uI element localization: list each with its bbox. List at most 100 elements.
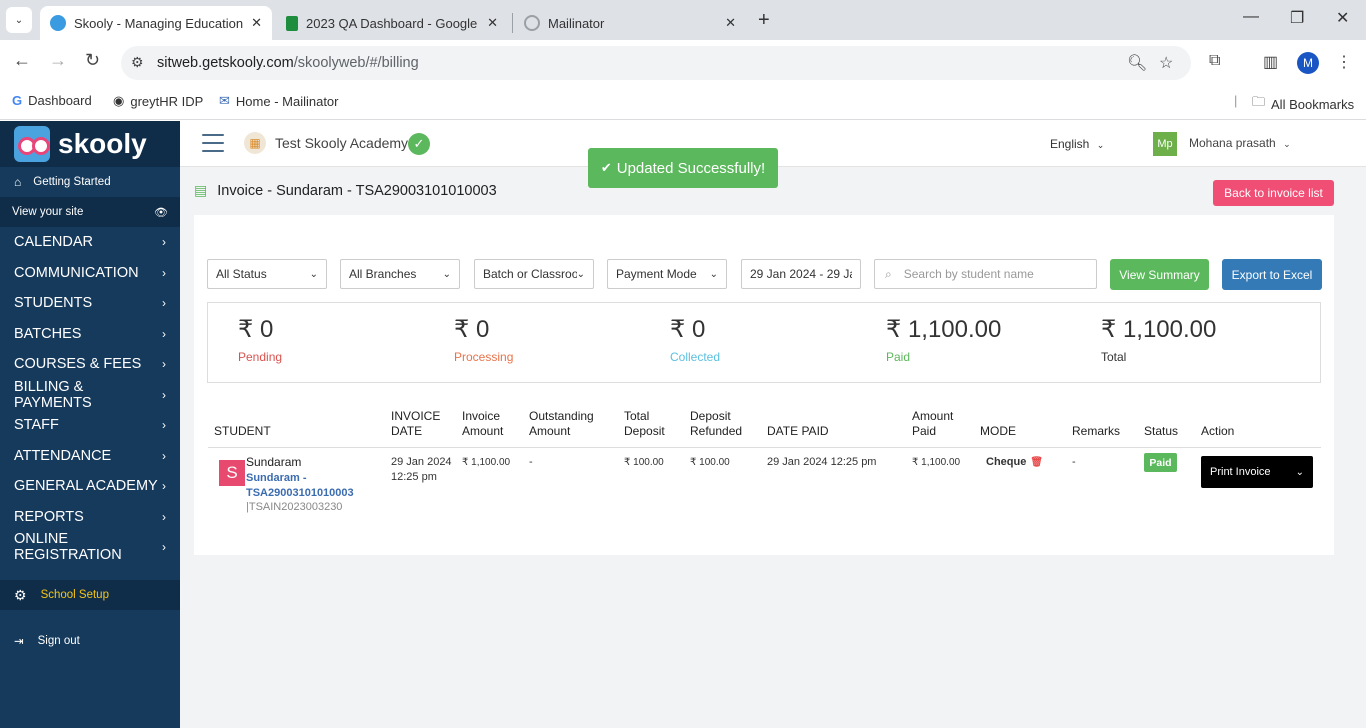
chevron-down-icon[interactable]: ⌄: [1296, 467, 1304, 478]
header-divider: [208, 447, 1321, 448]
skooly-favicon-icon: [50, 15, 66, 31]
student-search-input[interactable]: ⌕ Search by student name: [874, 259, 1097, 289]
side-panel-icon[interactable]: ▥: [1263, 52, 1278, 72]
sidebar-item-school-setup[interactable]: ⚙ School Setup: [0, 580, 180, 610]
logo[interactable]: skooly: [0, 121, 180, 167]
header-student: STUDENT: [214, 424, 271, 438]
back-arrow-icon[interactable]: ←: [13, 50, 31, 71]
chevron-down-icon: ⌄: [709, 268, 718, 280]
summary-amount: ₹ 0: [454, 316, 490, 343]
summary-pending: ₹ 0 Pending: [238, 315, 282, 364]
total-deposit: ₹ 100.00: [624, 457, 664, 468]
all-bookmarks[interactable]: 🗀 All Bookmarks: [1252, 93, 1354, 115]
sidebar-item-label: School Setup: [40, 589, 109, 601]
sidebar-item-label: STAFF: [14, 417, 59, 434]
tab-search-chevron-icon[interactable]: ⌄: [6, 7, 32, 33]
trash-icon[interactable]: 🗑︎: [1030, 457, 1043, 468]
header-line: Deposit: [690, 409, 731, 423]
header-date-paid: DATE PAID: [767, 424, 829, 438]
summary-label: Collected: [670, 350, 721, 364]
export-to-excel-button[interactable]: Export to Excel: [1222, 259, 1322, 290]
summary-amount: ₹ 0: [238, 316, 274, 343]
sidebar-menu-item[interactable]: ONLINE REGISTRATION ›: [0, 531, 180, 564]
tab-skooly[interactable]: Skooly - Managing Educational ✕: [40, 6, 272, 40]
deposit-refunded: ₹ 100.00: [690, 457, 730, 468]
filter-value: Batch or Classroom: [483, 267, 577, 281]
view-summary-button[interactable]: View Summary: [1110, 259, 1209, 290]
sidebar-menu-item[interactable]: BATCHES ›: [0, 319, 180, 350]
invoice-amount: ₹ 1,100.00: [462, 457, 511, 468]
zoom-icon[interactable]: 🔍︎: [1127, 53, 1147, 73]
new-tab-plus-icon[interactable]: +: [758, 9, 770, 32]
more-menu-icon[interactable]: ⋮: [1336, 52, 1352, 72]
language-select[interactable]: English ⌄: [1050, 137, 1104, 151]
minimize-icon[interactable]: —: [1243, 8, 1259, 26]
close-icon[interactable]: ✕: [725, 15, 736, 31]
branch-filter[interactable]: All Branches ⌄: [340, 259, 460, 289]
filter-value: All Branches: [349, 267, 417, 281]
close-icon[interactable]: ✕: [251, 15, 262, 31]
bookmark-label: greytHR IDP: [130, 93, 204, 109]
sidebar-item-label: Sign out: [37, 635, 80, 647]
bookmark-star-icon[interactable]: ☆: [1159, 53, 1173, 73]
outstanding-amount: -: [529, 456, 533, 468]
sidebar-item-sign-out[interactable]: ⇥ Sign out: [0, 626, 180, 656]
payment-mode-filter[interactable]: Payment Mode ⌄: [607, 259, 727, 289]
header-line: Refunded: [690, 424, 743, 438]
sidebar-menu-item[interactable]: CALENDAR ›: [0, 227, 180, 258]
sidebar-menu-item[interactable]: REPORTS ›: [0, 502, 180, 533]
date-range-picker[interactable]: 29 Jan 2024 - 29 Jan: [741, 259, 861, 289]
batch-filter[interactable]: Batch or Classroom⌄: [474, 259, 594, 289]
user-avatar[interactable]: Mp: [1153, 132, 1177, 156]
user-menu[interactable]: Mohana prasath ⌄: [1189, 136, 1291, 150]
payment-mode: Cheque 🗑︎: [986, 455, 1043, 470]
site-info-icon[interactable]: ⚙: [131, 54, 144, 71]
sidebar-menu-item[interactable]: BILLING & PAYMENTS ›: [0, 379, 180, 411]
summary-amount: ₹ 1,100.00: [886, 316, 1002, 343]
sign-out-icon: ⇥: [14, 636, 24, 648]
bookmark-greythr[interactable]: ◉ greytHR IDP: [113, 93, 203, 109]
forward-arrow-icon[interactable]: →: [49, 50, 67, 71]
cell-line: 29 Jan 2024: [391, 456, 452, 468]
tab-qa-dashboard[interactable]: 2023 QA Dashboard - Google S ✕: [276, 6, 508, 40]
status-filter[interactable]: All Status ⌄: [207, 259, 327, 289]
sidebar-item-label: COURSES & FEES: [14, 356, 142, 373]
bookmark-dashboard[interactable]: G Dashboard: [12, 93, 92, 108]
logo-text: skooly: [58, 128, 147, 159]
verified-check-icon: ✓: [408, 133, 430, 155]
sidebar-item-label: ONLINE REGISTRATION: [14, 531, 122, 564]
folder-icon: 🗀: [1252, 94, 1266, 109]
restore-icon[interactable]: ❐: [1290, 8, 1304, 28]
sidebar-item-label: Getting Started: [33, 176, 111, 188]
sidebar-menu-item[interactable]: STAFF ›: [0, 410, 180, 441]
status-badge: Paid: [1144, 453, 1177, 472]
tab-mailinator[interactable]: Mailinator ✕: [514, 6, 746, 40]
sidebar-menu-item[interactable]: COMMUNICATION ›: [0, 258, 180, 289]
profile-avatar[interactable]: M: [1297, 52, 1319, 74]
window-close-icon[interactable]: ✕: [1336, 8, 1349, 28]
chevron-right-icon: ›: [162, 265, 166, 280]
chevron-down-icon: ⌄: [442, 268, 451, 280]
url-path: /skoolyweb/#/billing: [293, 55, 419, 71]
sidebar-menu-item[interactable]: COURSES & FEES ›: [0, 349, 180, 380]
reload-icon[interactable]: ↻: [85, 50, 100, 71]
sidebar-item-view-site[interactable]: View your site 👁︎: [0, 197, 180, 227]
sidebar-menu-item[interactable]: GENERAL ACADEMY ›: [0, 471, 180, 502]
owl-logo-icon: [14, 126, 50, 162]
sidebar-item-getting-started[interactable]: ⌂ Getting Started: [0, 167, 180, 197]
invoice-link[interactable]: Sundaram - TSA29003101010003: [246, 471, 354, 501]
hamburger-menu-icon[interactable]: [202, 134, 224, 152]
summary-collected: ₹ 0 Collected: [670, 315, 720, 364]
sidebar-menu-item[interactable]: STUDENTS ›: [0, 288, 180, 319]
back-to-invoice-list-button[interactable]: Back to invoice list: [1213, 180, 1334, 206]
bookmark-mailinator[interactable]: ✉ Home - Mailinator: [219, 93, 339, 109]
extensions-icon[interactable]: ⧉: [1209, 52, 1220, 70]
summary-label: Paid: [886, 350, 911, 364]
print-invoice-button[interactable]: Print Invoice ⌄: [1201, 456, 1313, 488]
tab-title: 2023 QA Dashboard - Google S: [306, 15, 480, 31]
toast-message: Updated Successfully!: [616, 159, 766, 177]
address-bar[interactable]: ⚙ sitweb.getskooly.com/skoolyweb/#/billi…: [121, 46, 1191, 80]
close-icon[interactable]: ✕: [487, 15, 498, 31]
chevron-right-icon: ›: [162, 540, 166, 555]
sidebar-menu-item[interactable]: ATTENDANCE ›: [0, 441, 180, 472]
